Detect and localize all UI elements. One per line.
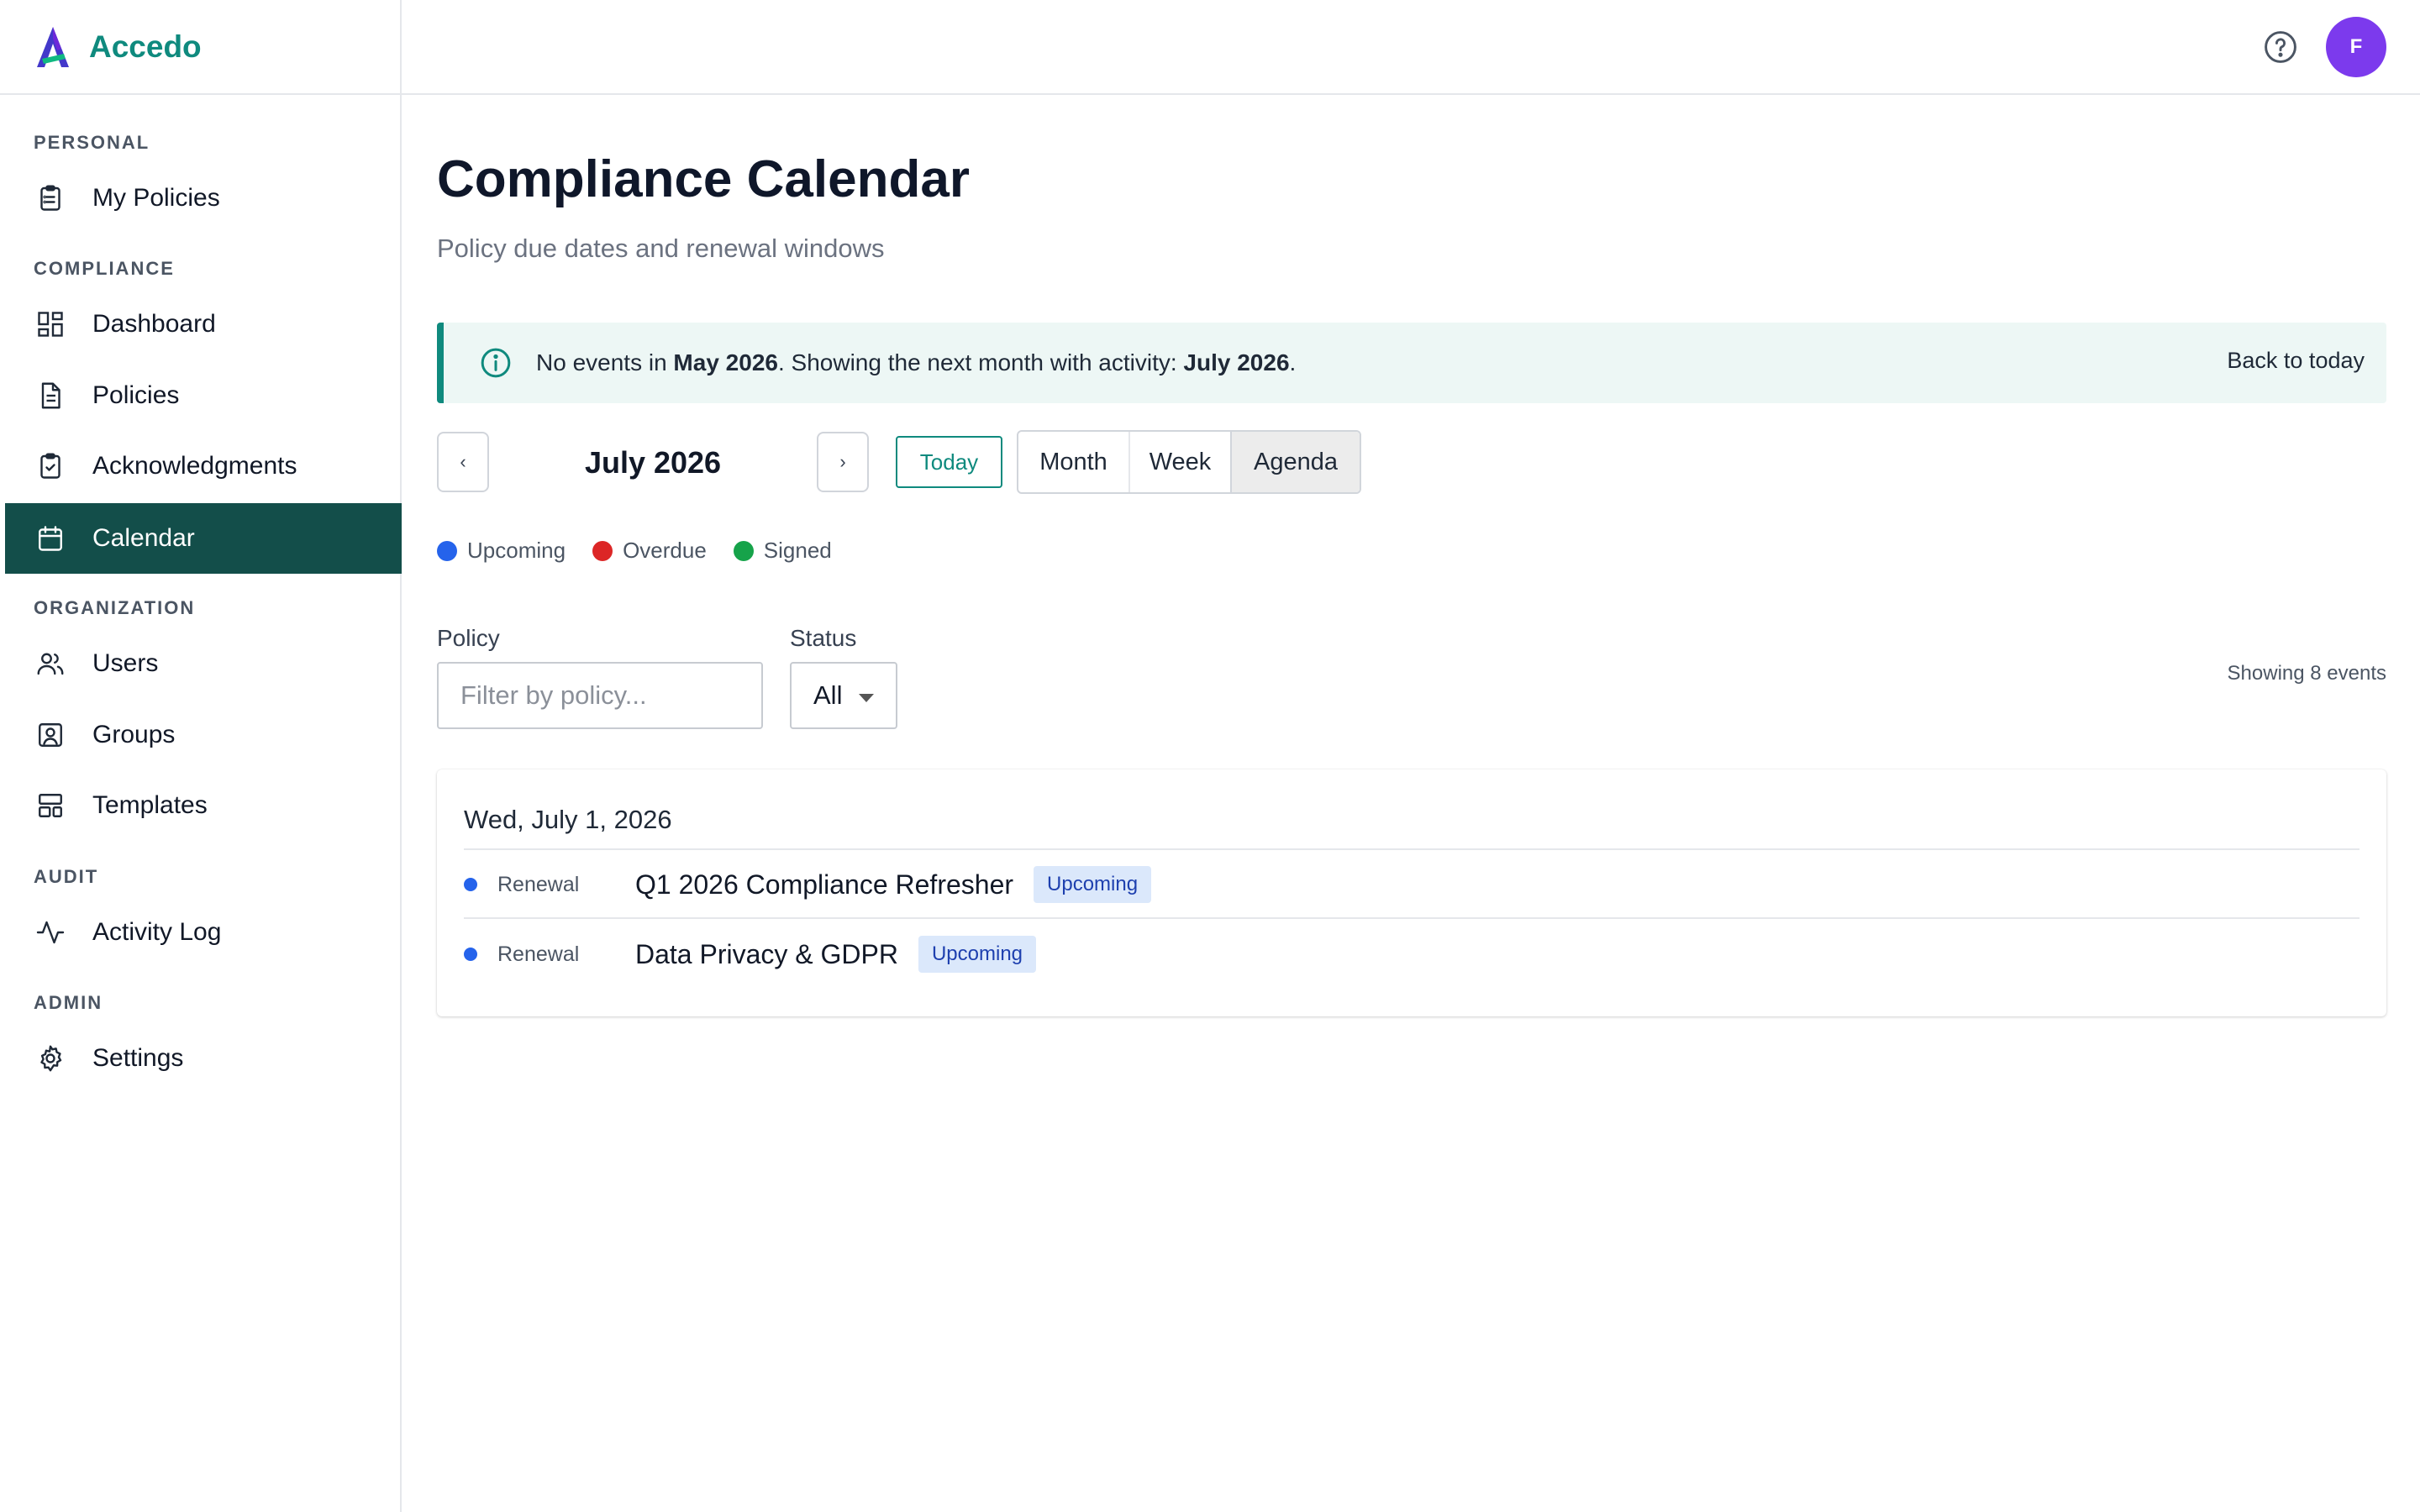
group-icon bbox=[39, 723, 62, 747]
templates-icon bbox=[39, 794, 62, 817]
legend-label: Upcoming bbox=[467, 538, 566, 563]
top-bar bbox=[402, 0, 2420, 95]
event-title[interactable]: Q1 2026 Compliance Refresher bbox=[635, 869, 1013, 900]
sidebar-item-label: Groups bbox=[92, 721, 176, 748]
view-switcher: Month Week Agenda bbox=[1017, 430, 1361, 494]
next-month-button[interactable]: › bbox=[817, 432, 869, 492]
chevron-down-icon bbox=[859, 694, 874, 702]
legend-dot bbox=[592, 540, 613, 561]
sidebar-item-label: Activity Log bbox=[92, 918, 222, 946]
sidebar-item-groups[interactable]: Groups bbox=[5, 700, 402, 770]
brand[interactable]: Accedo bbox=[0, 0, 400, 95]
view-month-button[interactable]: Month bbox=[1018, 432, 1130, 492]
back-to-today-link[interactable]: Back to today bbox=[2227, 348, 2365, 374]
current-month-label: July 2026 bbox=[584, 445, 722, 480]
accedo-logo-icon bbox=[37, 26, 69, 67]
policy-filter-input[interactable] bbox=[437, 662, 763, 729]
status-filter-select[interactable]: All bbox=[790, 662, 897, 729]
legend-upcoming: Upcoming bbox=[437, 538, 566, 564]
info-icon bbox=[481, 348, 511, 378]
agenda-event-row[interactable]: Renewal Q1 2026 Compliance Refresher Upc… bbox=[464, 852, 2360, 919]
nav-section-audit: AUDIT bbox=[34, 866, 99, 887]
status-filter-value: All bbox=[813, 680, 843, 710]
page-subtitle: Policy due dates and renewal windows bbox=[437, 234, 885, 263]
sidebar-item-label: Policies bbox=[92, 381, 180, 409]
sidebar-item-label: Settings bbox=[92, 1044, 184, 1072]
help-icon[interactable] bbox=[2262, 29, 2299, 66]
sidebar-item-dashboard[interactable]: Dashboard bbox=[5, 289, 402, 360]
sidebar: Accedo PERSONAL My Policies COMPLIANCE D… bbox=[0, 0, 402, 1512]
sidebar-item-label: Calendar bbox=[92, 524, 195, 552]
nav-section-compliance: COMPLIANCE bbox=[34, 258, 175, 279]
dashboard-icon bbox=[38, 312, 63, 337]
event-status-dot bbox=[464, 948, 477, 961]
event-title[interactable]: Data Privacy & GDPR bbox=[635, 939, 898, 970]
status-badge: Upcoming bbox=[1034, 866, 1152, 903]
legend-signed: Signed bbox=[733, 538, 832, 564]
avatar[interactable]: F bbox=[2326, 17, 2386, 77]
calendar-icon bbox=[39, 526, 62, 551]
page-title: Compliance Calendar bbox=[437, 150, 970, 208]
sidebar-item-label: Templates bbox=[92, 791, 208, 819]
users-icon bbox=[37, 653, 64, 675]
sidebar-item-label: Users bbox=[92, 649, 159, 677]
event-status-dot bbox=[464, 878, 477, 891]
agenda-list: Wed, July 1, 2026 Renewal Q1 2026 Compli… bbox=[437, 769, 2386, 1016]
document-icon bbox=[41, 382, 60, 409]
status-badge: Upcoming bbox=[918, 936, 1037, 973]
clipboard-check-icon bbox=[40, 453, 60, 479]
legend-label: Overdue bbox=[623, 538, 707, 563]
nav-section-personal: PERSONAL bbox=[34, 132, 150, 153]
sidebar-item-activity-log[interactable]: Activity Log bbox=[5, 897, 402, 968]
legend-dot bbox=[437, 540, 457, 561]
event-type: Renewal bbox=[497, 872, 580, 896]
app-root: Accedo PERSONAL My Policies COMPLIANCE D… bbox=[0, 0, 2420, 1512]
sidebar-item-my-policies[interactable]: My Policies bbox=[5, 163, 402, 234]
sidebar-item-policies[interactable]: Policies bbox=[5, 360, 402, 431]
view-agenda-button[interactable]: Agenda bbox=[1232, 432, 1360, 492]
activity-icon bbox=[36, 921, 65, 944]
agenda-day-header: Wed, July 1, 2026 bbox=[464, 805, 672, 834]
legend-dot bbox=[733, 540, 754, 561]
sidebar-item-acknowledgments[interactable]: Acknowledgments bbox=[5, 431, 402, 501]
sidebar-item-label: Dashboard bbox=[92, 310, 216, 338]
sidebar-item-settings[interactable]: Settings bbox=[5, 1023, 402, 1094]
today-button[interactable]: Today bbox=[896, 436, 1002, 488]
status-legend: Upcoming Overdue Signed bbox=[437, 538, 859, 564]
nav-section-admin: ADMIN bbox=[34, 992, 103, 1013]
legend-overdue: Overdue bbox=[592, 538, 707, 564]
sidebar-item-templates[interactable]: Templates bbox=[5, 770, 402, 841]
status-filter-label: Status bbox=[790, 625, 857, 651]
agenda-event-row[interactable]: Renewal Data Privacy & GDPR Upcoming bbox=[464, 921, 2360, 988]
view-week-button[interactable]: Week bbox=[1130, 432, 1232, 492]
info-banner: No events in May 2026. Showing the next … bbox=[437, 323, 2386, 403]
banner-message: No events in May 2026. Showing the next … bbox=[536, 349, 1297, 375]
policy-filter-label: Policy bbox=[437, 625, 500, 651]
sidebar-item-label: Acknowledgments bbox=[92, 452, 297, 480]
sidebar-item-label: My Policies bbox=[92, 184, 220, 212]
legend-label: Signed bbox=[763, 538, 832, 563]
brand-name: Accedo bbox=[89, 29, 202, 64]
clipboard-icon bbox=[40, 185, 60, 211]
previous-month-button[interactable]: ‹ bbox=[437, 432, 489, 492]
event-type: Renewal bbox=[497, 942, 580, 966]
nav-section-organization: ORGANIZATION bbox=[34, 597, 196, 618]
sidebar-item-users[interactable]: Users bbox=[5, 628, 402, 699]
event-count: Showing 8 events bbox=[2227, 662, 2386, 685]
gear-icon bbox=[40, 1045, 62, 1072]
divider bbox=[464, 848, 2360, 850]
sidebar-item-calendar[interactable]: Calendar bbox=[5, 503, 402, 574]
